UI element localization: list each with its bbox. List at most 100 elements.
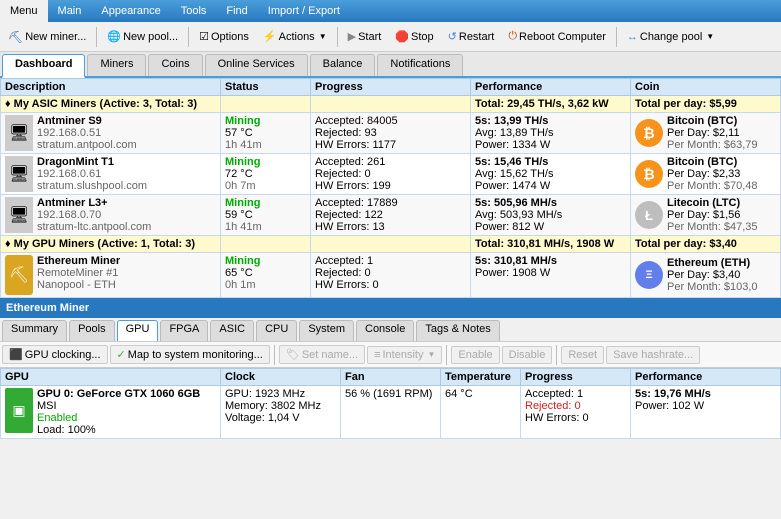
tab-dashboard[interactable]: Dashboard [2, 54, 85, 78]
bottom-tabs: Summary Pools GPU FPGA ASIC CPU System C… [0, 318, 781, 342]
menu-item-main[interactable]: Main [48, 0, 92, 22]
table-row: 🖥 Antminer L3+ 192.168.0.70 stratum-ltc.… [1, 195, 781, 236]
col-progress: Progress [311, 79, 471, 96]
asic-header-label: ♦ My ASIC Miners (Active: 3, Total: 3) [1, 96, 221, 113]
col-description: Description [1, 79, 221, 96]
col-coin: Coin [631, 79, 781, 96]
tab-balance[interactable]: Balance [310, 54, 376, 76]
reset-button[interactable]: Reset [561, 346, 604, 364]
stop-button[interactable]: 🛑 Stop [389, 27, 439, 46]
bottom-tab-pools[interactable]: Pools [69, 320, 115, 341]
gpu-row-performance: 5s: 19,76 MH/s Power: 102 W [631, 386, 781, 439]
menu-item-tools[interactable]: Tools [171, 0, 217, 22]
change-pool-icon: ↔ [627, 31, 638, 43]
col-performance: Performance [471, 79, 631, 96]
tab-coins[interactable]: Coins [148, 54, 202, 76]
tab-miners[interactable]: Miners [87, 54, 146, 76]
bottom-tab-system[interactable]: System [299, 320, 354, 341]
reboot-icon: ⏻ [508, 30, 517, 43]
miner-s9-ip: 192.168.0.51 [37, 127, 137, 139]
map-to-system-button[interactable]: ✓ Map to system monitoring... [110, 345, 270, 364]
asic-header-progress [311, 96, 471, 113]
miner-l3-name: Antminer L3+ [37, 197, 151, 209]
intensity-button[interactable]: ≡ Intensity ▼ [367, 346, 442, 364]
actions-dropdown-arrow: ▼ [319, 32, 327, 41]
menu-item-find[interactable]: Find [216, 0, 257, 22]
menu-item-menu[interactable]: Menu [0, 0, 48, 22]
start-button[interactable]: ▶ Start [342, 27, 388, 46]
menu-item-import-export[interactable]: Import / Export [258, 0, 350, 22]
set-name-icon: 🏷 [286, 348, 300, 361]
bottom-separator-3 [556, 345, 557, 365]
bottom-tab-tags-notes[interactable]: Tags & Notes [416, 320, 499, 341]
miner-eth-name: Ethereum Miner [37, 255, 120, 267]
bottom-tab-gpu[interactable]: GPU [117, 320, 159, 341]
gpu-col-performance: Performance [631, 369, 781, 386]
gpu-row-desc: ▣ GPU 0: GeForce GTX 1060 6GB MSI Enable… [1, 386, 221, 439]
bottom-panel-label: Ethereum Miner [6, 302, 89, 314]
miner-l3-desc: 🖥 Antminer L3+ 192.168.0.70 stratum-ltc.… [1, 195, 221, 236]
gpu-perf-power: Power: 102 W [635, 400, 776, 412]
intensity-dropdown-arrow: ▼ [427, 350, 435, 359]
btc-icon-2: ₿ [635, 160, 663, 188]
change-pool-button[interactable]: ↔ Change pool ▼ [621, 28, 720, 46]
bottom-tab-console[interactable]: Console [356, 320, 414, 341]
gpu-col-fan: Fan [341, 369, 441, 386]
gpu-row-temp: 64 °C [441, 386, 521, 439]
btc-icon: ₿ [635, 119, 663, 147]
toolbar-separator-3 [337, 27, 338, 47]
asic-icon-l3: 🖥 [5, 197, 33, 233]
options-button[interactable]: ☑ Options [193, 27, 255, 46]
miner-l3-ip: 192.168.0.70 [37, 209, 151, 221]
restart-icon: ↺ [448, 30, 457, 43]
bottom-tab-fpga[interactable]: FPGA [160, 320, 208, 341]
gpu-section-header: ♦ My GPU Miners (Active: 1, Total: 3) To… [1, 236, 781, 253]
gpu-col-clock: Clock [221, 369, 341, 386]
miner-s9-name: Antminer S9 [37, 115, 137, 127]
bottom-tab-cpu[interactable]: CPU [256, 320, 297, 341]
miner-eth-pool: Nanopool - ETH [37, 279, 120, 291]
miner-dragon-performance: 5s: 15,46 TH/s Avg: 15,62 TH/s Power: 14… [471, 154, 631, 195]
miner-dragon-progress: Accepted: 261 Rejected: 0 HW Errors: 199 [311, 154, 471, 195]
content-area: Description Status Progress Performance … [0, 78, 781, 298]
miner-s9-performance: 5s: 13,99 TH/s Avg: 13,89 TH/s Power: 13… [471, 113, 631, 154]
disable-button[interactable]: Disable [502, 346, 553, 364]
new-miner-button[interactable]: ⛏ New miner... [2, 27, 92, 47]
actions-button[interactable]: ⚡ Actions ▼ [257, 27, 333, 46]
bottom-tab-summary[interactable]: Summary [2, 320, 67, 341]
save-hashrate-button[interactable]: Save hashrate... [606, 346, 700, 364]
menu-item-appearance[interactable]: Appearance [91, 0, 170, 22]
gpu-clocking-icon: ⬛ [9, 348, 23, 361]
gpu-total-day: Total per day: $3,40 [631, 236, 781, 253]
tab-online-services[interactable]: Online Services [205, 54, 308, 76]
restart-button[interactable]: ↺ Restart [442, 27, 501, 46]
reboot-button[interactable]: ⏻ Reboot Computer [502, 27, 612, 46]
new-pool-button[interactable]: 🌐 New pool... [101, 27, 184, 46]
table-row: ▣ GPU 0: GeForce GTX 1060 6GB MSI Enable… [1, 386, 781, 439]
gpu-header-progress [311, 236, 471, 253]
asic-total-day: Total per day: $5,99 [631, 96, 781, 113]
new-pool-icon: 🌐 [107, 30, 121, 43]
miner-eth-desc: ⛏ Ethereum Miner RemoteMiner #1 Nanopool… [1, 253, 221, 298]
gpu-chip-icon: ▣ [5, 388, 33, 433]
miner-eth-status: Mining 65 °C 0h 1m [221, 253, 311, 298]
gpu-brand: MSI [37, 400, 200, 412]
set-name-button[interactable]: 🏷 Set name... [279, 345, 365, 364]
ltc-icon: Ł [635, 201, 663, 229]
main-table: Description Status Progress Performance … [0, 78, 781, 298]
bottom-panel-title: Ethereum Miner [0, 298, 781, 318]
enable-button[interactable]: Enable [451, 346, 499, 364]
bottom-separator-2 [446, 345, 447, 365]
miner-dragon-status: Mining 72 °C 0h 7m [221, 154, 311, 195]
eth-icon: Ξ [635, 261, 663, 289]
intensity-icon: ≡ [374, 349, 380, 361]
miner-s9-coin: ₿ Bitcoin (BTC) Per Day: $2,11 Per Month… [631, 113, 781, 154]
bottom-separator-1 [274, 345, 275, 365]
bottom-tab-asic[interactable]: ASIC [210, 320, 254, 341]
stop-icon: 🛑 [395, 30, 409, 43]
tab-notifications[interactable]: Notifications [377, 54, 463, 76]
gpu-name: GPU 0: GeForce GTX 1060 6GB [37, 388, 200, 400]
miner-l3-performance: 5s: 505,96 MH/s Avg: 503,93 MH/s Power: … [471, 195, 631, 236]
gpu-clocking-button[interactable]: ⬛ GPU clocking... [2, 345, 108, 364]
miner-dragon-coin: ₿ Bitcoin (BTC) Per Day: $2,33 Per Month… [631, 154, 781, 195]
